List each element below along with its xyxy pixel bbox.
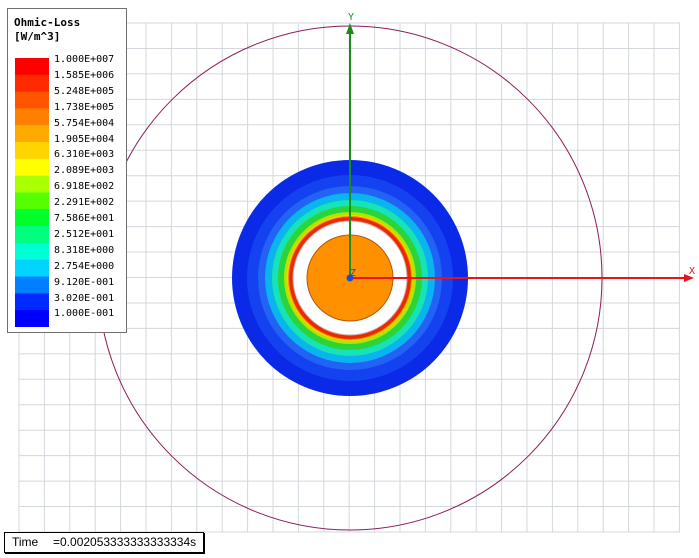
legend-color-swatch <box>15 192 49 210</box>
color-legend[interactable]: Ohmic-Loss [W/m^3] 1.000E+007 1.585E+006 5… <box>7 8 127 333</box>
legend-label: 1.738E+005 <box>54 101 115 113</box>
time-display: Time =0.002053333333333334s <box>4 532 204 553</box>
legend-color-swatch <box>15 259 49 278</box>
legend-color-bar <box>15 58 49 327</box>
y-axis-arrowhead <box>346 23 354 34</box>
legend-color-swatch <box>15 108 49 126</box>
legend-color-swatch <box>15 209 49 227</box>
legend-title: Ohmic-Loss <box>14 16 81 29</box>
legend-color-swatch <box>15 310 49 327</box>
legend-label: 1.905E+004 <box>54 133 115 145</box>
legend-color-swatch <box>15 293 49 311</box>
legend-label: 1.000E+007 <box>54 54 115 65</box>
legend-label: 2.754E+000 <box>54 260 115 272</box>
legend-label: 2.512E+001 <box>54 228 115 240</box>
legend-label: 6.918E+002 <box>54 181 115 193</box>
legend-label: 9.120E-001 <box>54 276 115 288</box>
legend-label: 3.020E-001 <box>54 292 115 304</box>
legend-label: 5.754E+004 <box>54 117 115 129</box>
y-axis-label: Y <box>348 12 354 23</box>
x-axis-label: X <box>689 266 695 277</box>
legend-color-swatch <box>15 226 49 244</box>
legend-color-swatch <box>15 276 49 294</box>
legend-color-swatch <box>15 58 49 76</box>
legend-color-swatch <box>15 242 49 261</box>
legend-color-swatch <box>15 175 49 193</box>
legend-label: 1.585E+006 <box>54 69 115 81</box>
z-axis-label: Z <box>350 268 356 279</box>
legend-label: 2.089E+003 <box>54 165 115 177</box>
legend-label: 5.248E+005 <box>54 85 115 97</box>
legend-unit: [W/m^3] <box>14 30 61 43</box>
legend-color-swatch <box>15 74 49 93</box>
time-label: Time <box>12 535 39 549</box>
legend-color-swatch <box>15 125 49 143</box>
legend-color-swatch <box>15 142 49 160</box>
legend-label: 8.318E+000 <box>54 244 115 256</box>
legend-label: 2.291E+002 <box>54 197 115 209</box>
legend-color-swatch <box>15 158 49 177</box>
legend-label: 7.586E+001 <box>54 213 115 224</box>
time-value: =0.002053333333333334s <box>53 535 197 549</box>
legend-color-swatch <box>15 91 49 109</box>
legend-label: 6.310E+003 <box>54 149 115 161</box>
legend-label: 1.000E-001 <box>54 308 115 320</box>
